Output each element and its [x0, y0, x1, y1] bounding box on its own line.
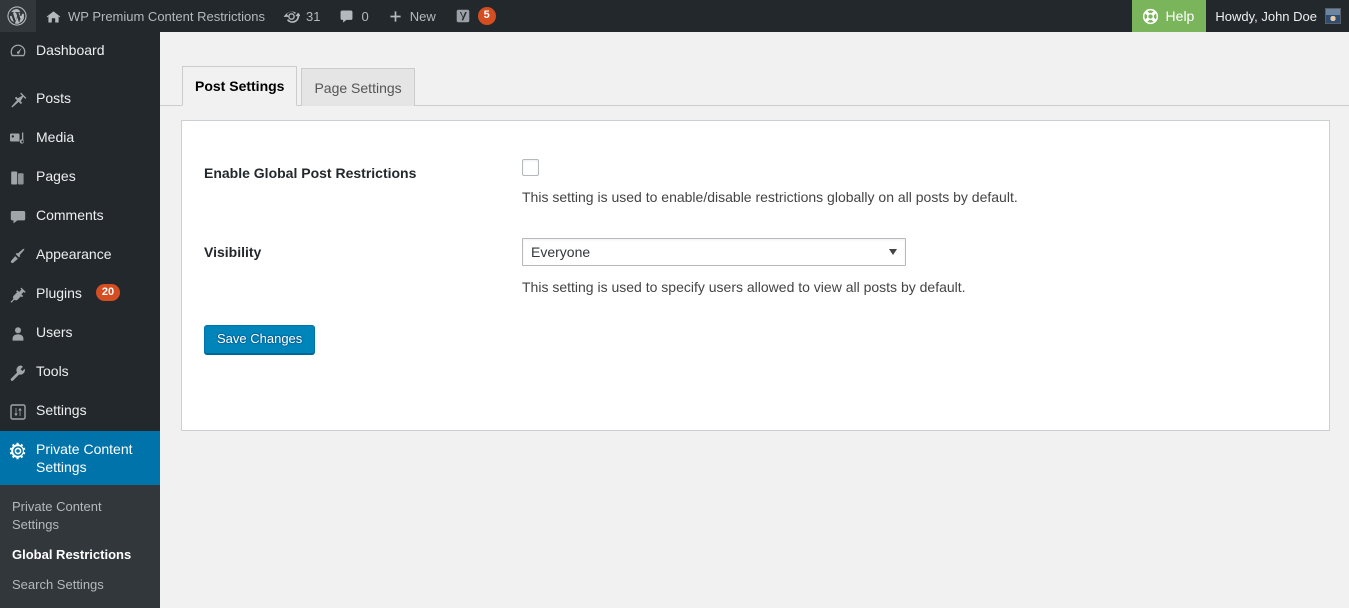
enable-global-post-restrictions-label: Enable Global Post Restrictions [204, 165, 417, 181]
howdy-label: Howdy, John Doe [1215, 8, 1317, 24]
visibility-select[interactable]: Everyone [522, 238, 906, 266]
yoast-badge: 5 [477, 7, 496, 25]
updates-count: 31 [306, 8, 321, 24]
admin-bar: WP Premium Content Restrictions 31 0 New [0, 0, 1349, 32]
sidebar-item-label: Comments [36, 207, 104, 223]
dashboard-icon [0, 41, 36, 62]
updates-button[interactable]: 31 [274, 0, 329, 32]
submit-row: Save Changes [182, 313, 1329, 354]
comment-bubble-icon [338, 8, 355, 25]
updates-icon [283, 8, 300, 25]
visibility-description: This setting is used to specify users al… [522, 279, 966, 295]
sidebar-item-plugins[interactable]: Plugins 20 [0, 275, 160, 314]
wrench-icon [0, 362, 36, 383]
sidebar-item-users[interactable]: Users [0, 314, 160, 353]
comments-count: 0 [361, 8, 369, 24]
sidebar-item-label: Media [36, 129, 75, 145]
settings-panel: Enable Global Post Restrictions This set… [181, 120, 1330, 431]
sidebar-item-label: Dashboard [36, 42, 105, 58]
table-row: Enable Global Post Restrictions This set… [182, 144, 1329, 223]
tab-post-settings[interactable]: Post Settings [182, 66, 298, 106]
submenu-item-label: Private Content Settings [12, 499, 102, 532]
new-content-button[interactable]: New [378, 0, 445, 32]
settings-form-table: Enable Global Post Restrictions This set… [182, 144, 1329, 313]
new-content-label: New [409, 8, 436, 24]
sidebar-item-media[interactable]: Media [0, 119, 160, 158]
sidebar-item-label: Pages [36, 168, 76, 184]
tab-page-settings[interactable]: Page Settings [301, 68, 415, 106]
sliders-icon [0, 401, 36, 422]
submenu-item-label: Search Settings [12, 577, 104, 592]
tab-label: Post Settings [195, 78, 285, 94]
comment-bubble-icon [0, 206, 36, 227]
wordpress-logo-icon [7, 6, 27, 26]
admin-sidebar-menu: Dashboard Posts Media Pages Comments App… [0, 32, 168, 608]
plugins-update-badge: 20 [95, 284, 121, 301]
help-label: Help [1165, 8, 1195, 24]
sidebar-item-label: Posts [36, 90, 72, 106]
visibility-cell: Everyone This setting is used to specify… [512, 223, 1329, 313]
pin-icon [0, 89, 36, 110]
media-icon [0, 128, 36, 149]
submenu-item-search-settings[interactable]: Search Settings [0, 570, 160, 600]
sidebar-submenu: Private Content Settings Global Restrict… [0, 485, 160, 608]
sidebar-item-tools[interactable]: Tools [0, 353, 160, 392]
submenu-item-private-content-settings[interactable]: Private Content Settings [0, 492, 160, 540]
sidebar-item-label: Appearance [36, 246, 112, 262]
sidebar-item-posts[interactable]: Posts [0, 80, 160, 119]
gear-icon [0, 440, 36, 461]
user-icon [0, 323, 36, 344]
yoast-seo-icon [454, 7, 472, 25]
submenu-item-global-restrictions[interactable]: Global Restrictions [0, 540, 160, 570]
sidebar-item-settings[interactable]: Settings [0, 392, 160, 431]
sidebar-item-dashboard[interactable]: Dashboard [0, 32, 160, 71]
sidebar-separator [0, 71, 160, 80]
pages-icon [0, 167, 36, 188]
home-icon [45, 8, 62, 25]
sidebar-item-private-content-settings[interactable]: Private Content Settings [0, 431, 168, 485]
enable-global-post-restrictions-checkbox[interactable] [522, 159, 539, 176]
settings-tab-bar: Post Settings Page Settings [160, 32, 1349, 106]
avatar [1325, 8, 1341, 24]
sidebar-item-label: Users [36, 324, 73, 340]
visibility-label: Visibility [204, 244, 262, 260]
enable-global-post-restrictions-description: This setting is used to enable/disable r… [522, 189, 1018, 205]
site-name-button[interactable]: WP Premium Content Restrictions [36, 0, 274, 32]
save-changes-button[interactable]: Save Changes [204, 325, 316, 354]
sidebar-item-comments[interactable]: Comments [0, 197, 160, 236]
sidebar-item-appearance[interactable]: Appearance [0, 236, 160, 275]
paintbrush-icon [0, 245, 36, 266]
submenu-item-label: Global Restrictions [12, 547, 132, 562]
tab-label: Page Settings [314, 80, 402, 96]
sidebar-item-label: Plugins [36, 285, 82, 301]
yoast-seo-button[interactable]: 5 [445, 0, 505, 32]
sidebar-item-label: Private Content Settings [36, 441, 133, 475]
plus-icon [387, 8, 404, 25]
site-name-label: WP Premium Content Restrictions [68, 8, 265, 24]
sidebar-item-pages[interactable]: Pages [0, 158, 160, 197]
help-lifebuoy-icon [1141, 7, 1160, 26]
admin-bar-right: Help Howdy, John Doe [1131, 0, 1349, 32]
enable-global-post-restrictions-cell: This setting is used to enable/disable r… [512, 144, 1329, 223]
wordpress-logo-button[interactable] [0, 0, 36, 32]
my-account-button[interactable]: Howdy, John Doe [1206, 0, 1349, 32]
plug-icon [0, 284, 36, 305]
table-row: Visibility Everyone This setting is used… [182, 223, 1329, 313]
sidebar-item-label: Settings [36, 402, 87, 418]
comments-button[interactable]: 0 [329, 0, 377, 32]
sidebar-item-label: Tools [36, 363, 69, 379]
visibility-select-wrap: Everyone [522, 238, 906, 266]
main-content: Post Settings Page Settings Enable Globa… [160, 32, 1349, 567]
help-button[interactable]: Help [1131, 0, 1207, 32]
